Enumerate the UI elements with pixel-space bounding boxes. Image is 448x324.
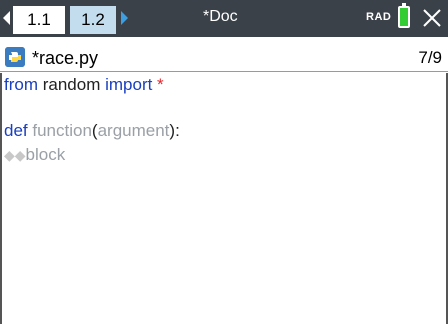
keyword-from: from: [4, 75, 38, 94]
battery-icon: [398, 6, 410, 28]
file-name: *race.py: [32, 48, 99, 68]
tab-page-1-1[interactable]: 1.1: [13, 6, 65, 34]
function-name: function: [27, 121, 92, 140]
argument-placeholder: argument: [97, 121, 170, 140]
block-placeholder: block: [25, 145, 66, 164]
angle-mode-indicator: RAD: [366, 11, 392, 23]
keyword-import: import: [105, 75, 153, 94]
tab-scroll-left-icon[interactable]: [3, 11, 10, 25]
code-line-3[interactable]: def function(argument):: [4, 121, 180, 141]
tab-scroll-right-icon[interactable]: [121, 11, 128, 25]
python-file-icon: [5, 47, 25, 67]
code-line-1[interactable]: from random import *: [4, 75, 164, 95]
code-editor[interactable]: from random import * def function(argume…: [0, 73, 448, 324]
module-name: random: [38, 75, 106, 94]
close-icon[interactable]: [422, 8, 442, 28]
file-header: *race.py 7/9: [0, 44, 448, 72]
document-title: *Doc: [203, 8, 238, 25]
top-bar: 1.1 1.2 *Doc RAD: [0, 0, 448, 37]
keyword-def: def: [4, 121, 28, 140]
code-line-4[interactable]: ◆◆block: [4, 145, 65, 165]
import-star: *: [152, 75, 164, 94]
line-position: 7/9: [418, 48, 442, 67]
tab-page-1-2[interactable]: 1.2: [70, 6, 116, 34]
paren-close: ):: [169, 121, 180, 140]
indent-marker-icon: ◆◆: [4, 147, 26, 163]
